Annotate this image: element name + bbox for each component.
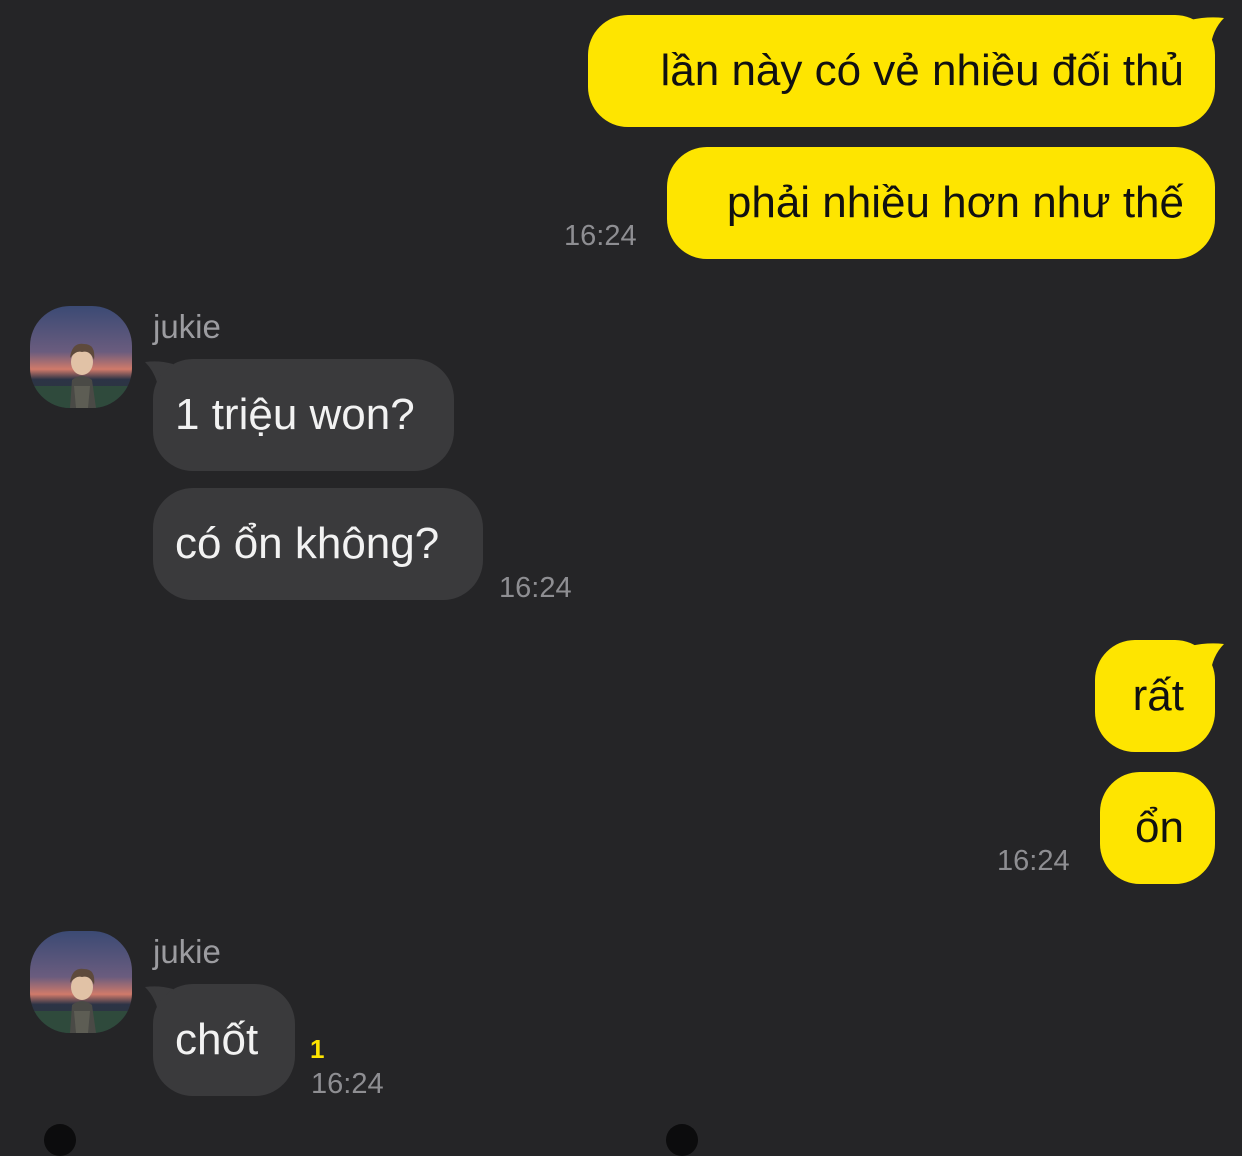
message-text: có ổn không?	[175, 519, 440, 568]
incoming-message-bubble[interactable]: 1 triệu won?	[153, 359, 454, 471]
avatar[interactable]	[30, 931, 132, 1033]
profile-photo-icon	[30, 931, 132, 1033]
profile-photo-icon	[30, 306, 132, 408]
message-text: ổn	[1135, 803, 1184, 852]
unread-count-badge: 1	[310, 1034, 325, 1064]
message-timestamp: 16:24	[997, 845, 1070, 877]
avatar[interactable]	[30, 306, 132, 408]
message-text: lần này có vẻ nhiều đối thủ	[660, 46, 1185, 95]
message-timestamp: 16:24	[564, 220, 637, 252]
incoming-message-bubble[interactable]: có ổn không?	[153, 488, 483, 600]
sender-name: jukie	[153, 933, 221, 970]
bottom-edge-shape	[44, 1124, 76, 1156]
outgoing-message-bubble[interactable]: ổn	[1100, 772, 1215, 884]
outgoing-message-bubble[interactable]: phải nhiều hơn như thế	[667, 147, 1215, 259]
incoming-message-bubble[interactable]: chốt	[153, 984, 295, 1096]
message-text: phải nhiều hơn như thế	[726, 178, 1184, 227]
message-text: 1 triệu won?	[175, 390, 415, 439]
outgoing-message-bubble[interactable]: lần này có vẻ nhiều đối thủ	[588, 15, 1215, 127]
bottom-edge-shape	[666, 1124, 698, 1156]
message-timestamp: 16:24	[499, 572, 572, 604]
message-text: rất	[1132, 671, 1184, 720]
message-text: chốt	[175, 1015, 259, 1064]
outgoing-message-bubble[interactable]: rất	[1095, 640, 1215, 752]
message-timestamp: 16:24	[311, 1068, 384, 1100]
sender-name: jukie	[153, 308, 221, 345]
